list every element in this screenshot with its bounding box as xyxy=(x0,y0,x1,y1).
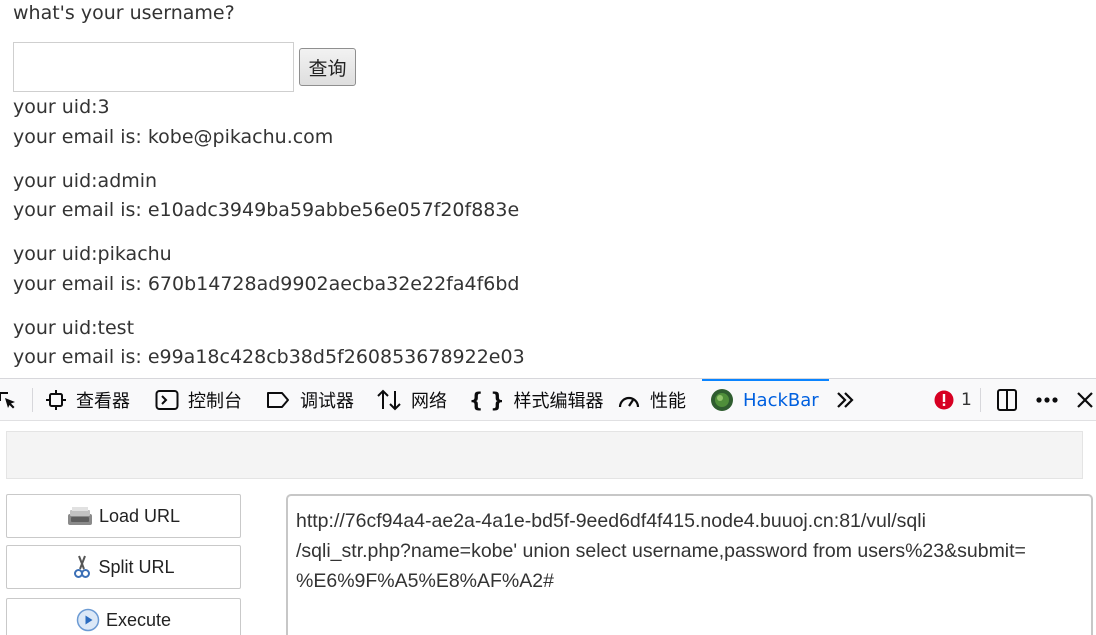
options-menu-button[interactable] xyxy=(1034,379,1060,421)
hackbar-top-bar xyxy=(6,431,1083,479)
devtools-toolbar: 查看器 控制台 调试器 网络 {} 样式编辑器 性能 HackBar 1 xyxy=(0,379,1096,421)
tab-hackbar[interactable]: HackBar xyxy=(702,379,829,421)
hackbar-icon xyxy=(710,388,734,412)
tab-debugger[interactable]: 调试器 xyxy=(265,379,354,421)
tab-performance[interactable]: 性能 xyxy=(617,379,686,421)
tab-label: HackBar xyxy=(743,389,819,411)
devtools-panel: 查看器 控制台 调试器 网络 {} 样式编辑器 性能 HackBar 1 Lo… xyxy=(0,378,1096,635)
url-line: /sqli_str.php?name=kobe' union select us… xyxy=(296,540,1026,562)
split-url-button[interactable]: Split URL xyxy=(6,545,241,589)
network-icon xyxy=(376,388,402,412)
query-button[interactable]: 查询 xyxy=(299,48,356,86)
execute-button[interactable]: Execute xyxy=(6,598,241,635)
url-textarea[interactable]: http://76cf94a4-ae2a-4a1e-bd5f-9eed6df4f… xyxy=(286,494,1093,635)
result-email: your email is: 670b14728ad9902aecba32e22… xyxy=(13,273,520,295)
load-url-button[interactable]: Load URL xyxy=(6,494,241,538)
error-icon xyxy=(934,390,954,410)
play-icon xyxy=(76,608,100,632)
tab-network[interactable]: 网络 xyxy=(376,379,447,421)
result-uid: your uid:admin xyxy=(13,170,158,192)
tab-label: 样式编辑器 xyxy=(513,391,604,412)
close-devtools-button[interactable] xyxy=(1075,379,1095,421)
username-prompt: what's your username? xyxy=(13,2,235,24)
result-email: your email is: e99a18c428cb38d5f26085367… xyxy=(13,346,525,368)
tab-label: 网络 xyxy=(411,391,447,412)
inspector-icon xyxy=(45,389,67,411)
error-count: 1 xyxy=(961,390,972,410)
double-chevron-right-icon xyxy=(834,389,856,411)
result-uid: your uid:3 xyxy=(13,96,110,118)
tab-label: 查看器 xyxy=(76,391,130,412)
split-url-label: Split URL xyxy=(98,556,175,577)
responsive-design-icon xyxy=(995,388,1019,412)
error-count-button[interactable]: 1 xyxy=(934,379,972,421)
url-line: %E6%9F%A5%E8%AF%A2# xyxy=(296,570,554,592)
more-tabs-button[interactable] xyxy=(834,379,856,421)
load-url-icon xyxy=(67,505,93,527)
element-picker-button[interactable] xyxy=(0,379,18,421)
console-icon xyxy=(155,389,179,411)
performance-icon xyxy=(617,389,641,411)
tab-label: 控制台 xyxy=(188,391,242,412)
tab-label: 性能 xyxy=(650,391,686,412)
element-picker-icon xyxy=(0,389,18,411)
load-url-label: Load URL xyxy=(98,505,181,526)
execute-label: Execute xyxy=(105,609,172,630)
tab-inspector[interactable]: 查看器 xyxy=(45,379,130,421)
responsive-design-button[interactable] xyxy=(995,379,1019,421)
result-uid: your uid:test xyxy=(13,317,135,339)
scissors-icon xyxy=(72,554,92,580)
result-uid: your uid:pikachu xyxy=(13,243,172,265)
toolbar-separator xyxy=(980,388,981,412)
url-line: http://76cf94a4-ae2a-4a1e-bd5f-9eed6df4f… xyxy=(296,510,926,532)
style-editor-icon: { } xyxy=(469,388,505,412)
web-page: what's your username? 查询 your uid:3 your… xyxy=(0,0,1096,378)
ellipsis-icon xyxy=(1034,389,1060,411)
tab-console[interactable]: 控制台 xyxy=(155,379,242,421)
toolbar-separator xyxy=(32,388,33,412)
result-email: your email is: kobe@pikachu.com xyxy=(13,126,334,148)
tab-style-editor[interactable]: { } 样式编辑器 xyxy=(469,379,603,421)
username-input[interactable] xyxy=(13,42,294,92)
result-email: your email is: e10adc3949ba59abbe56e057f… xyxy=(13,199,520,221)
debugger-icon xyxy=(265,389,291,411)
close-icon xyxy=(1075,390,1095,410)
tab-label: 调试器 xyxy=(300,391,354,412)
